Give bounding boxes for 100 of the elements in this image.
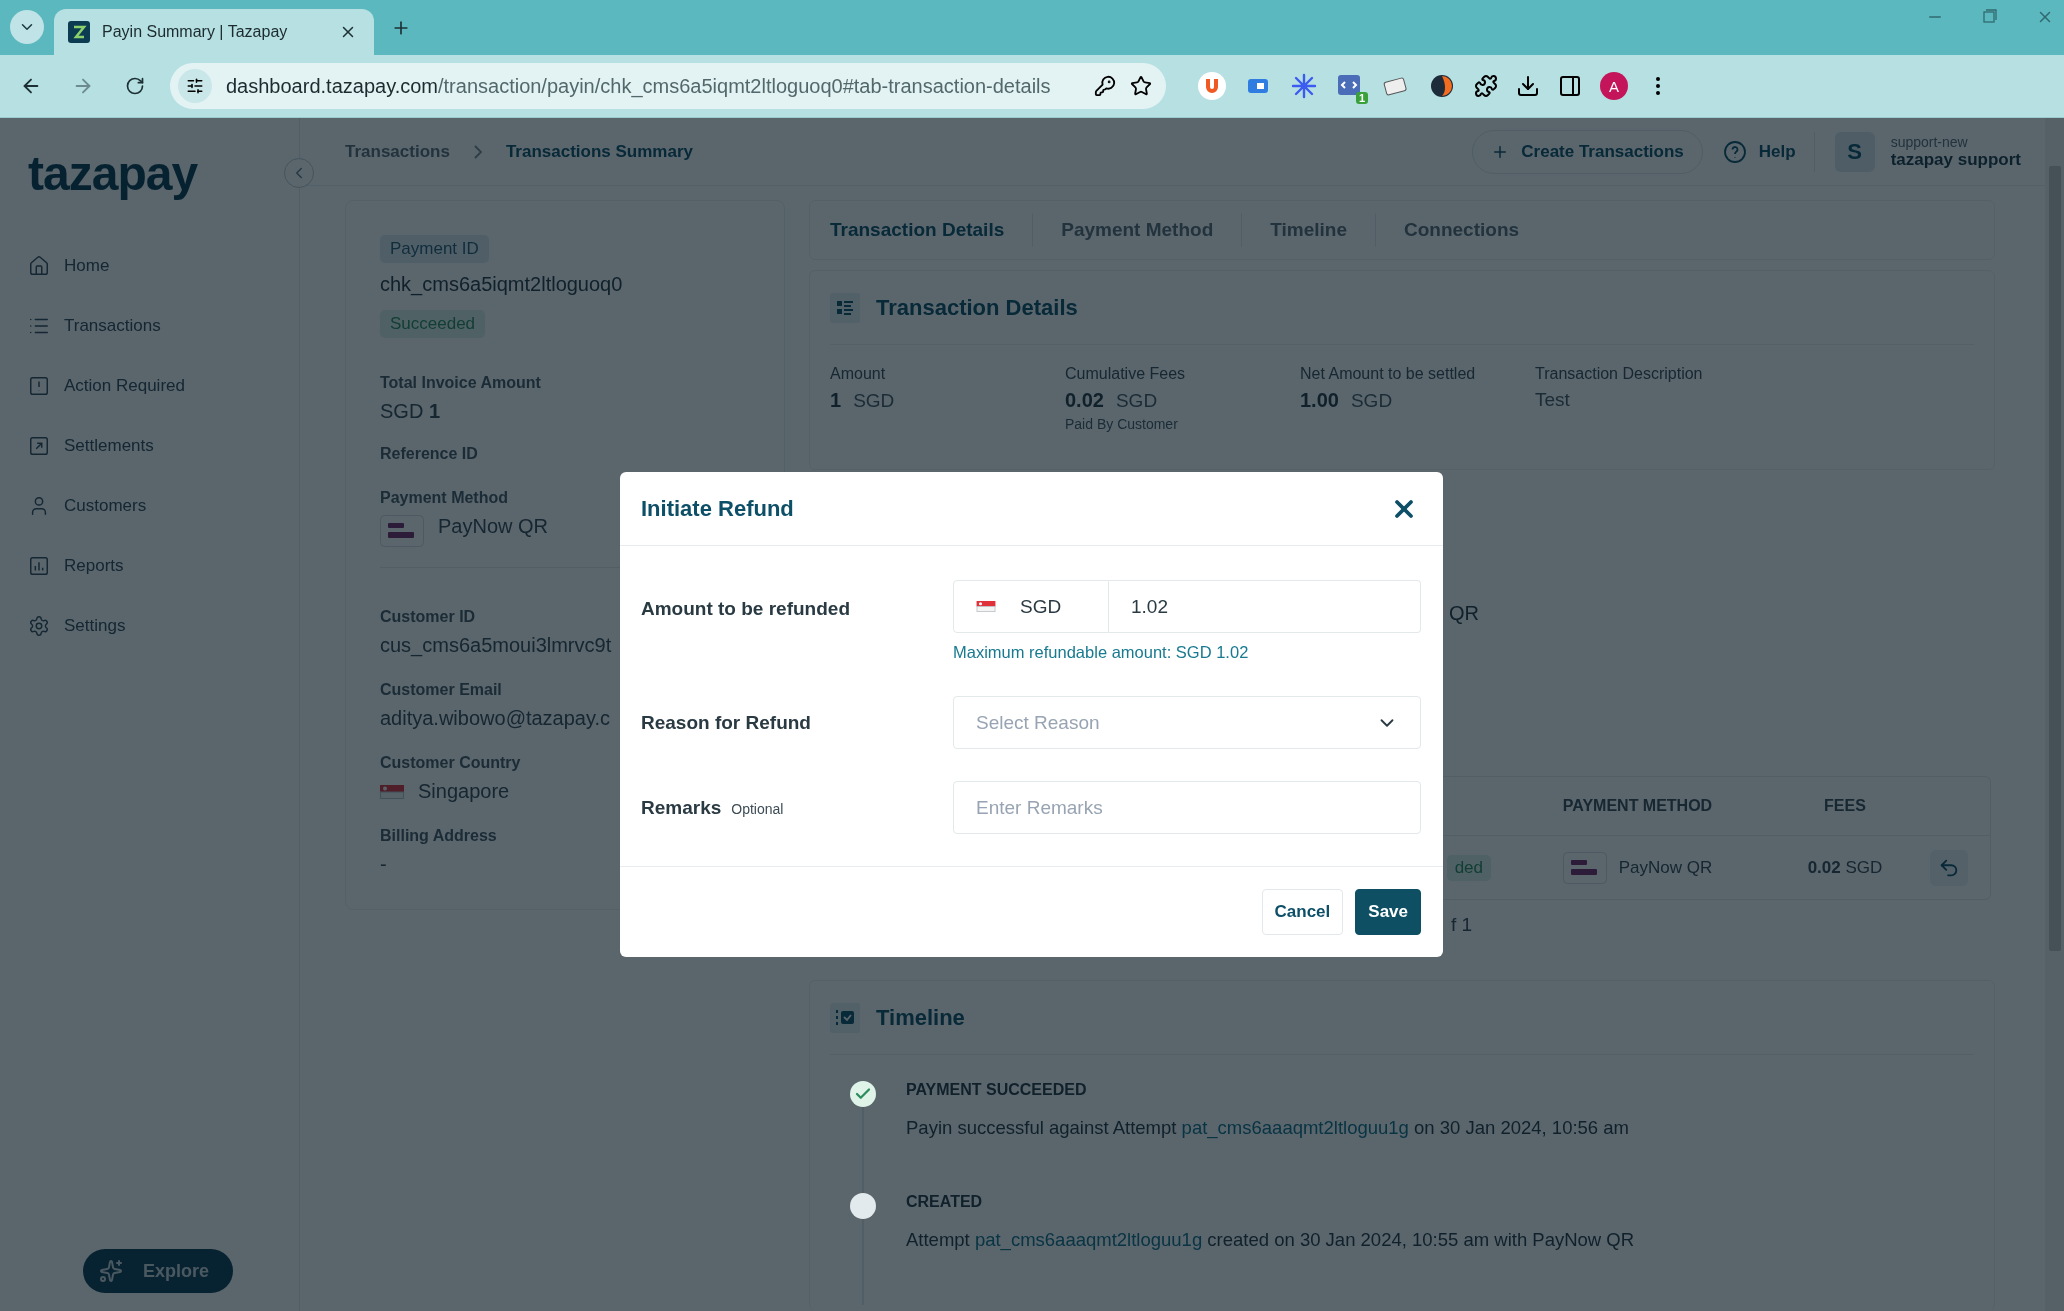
detail-value: Test xyxy=(1535,389,1570,411)
field-value: PayNow QR xyxy=(438,515,549,538)
org-name: support-new xyxy=(1890,133,1969,150)
create-transactions-button[interactable]: Create Transactions xyxy=(1472,129,1703,174)
amount-input[interactable]: 1.02 xyxy=(1109,580,1421,633)
form-label: Remarks xyxy=(641,796,722,819)
event-title: PAYMENT SUCCEEDED xyxy=(906,1081,1088,1099)
alert-icon xyxy=(28,375,50,397)
detail-label: Cumulative Fees xyxy=(1065,365,1187,383)
reload-icon xyxy=(125,76,145,96)
event-description: Payin successful against Attempt pat_cms6aaaqmt2ltloguu1g on 30 Jan 2024, 10:56 am xyxy=(906,1117,1629,1139)
sidebar-item[interactable]: Reports xyxy=(28,536,124,596)
cancel-button[interactable]: Cancel xyxy=(1261,889,1344,935)
explore-button[interactable]: Explore xyxy=(83,1249,234,1293)
max-refund-hint: Maximum refundable amount: SGD 1.02 xyxy=(953,643,1250,662)
section-title: Transaction Details xyxy=(876,294,1078,321)
tazapay-logo: tazapay xyxy=(28,150,198,198)
attempt-link[interactable]: pat_cms6aaaqmt2ltloguu1g xyxy=(1181,1117,1409,1138)
remarks-input[interactable]: Enter Remarks xyxy=(953,781,1421,834)
settings-icon xyxy=(28,615,50,637)
field-label: Reference ID xyxy=(380,445,478,463)
timeline-icon xyxy=(830,1002,860,1033)
field-label: Billing Address xyxy=(380,827,497,845)
sidebar-item[interactable]: Action Required xyxy=(28,356,185,416)
currency-unit: SGD xyxy=(853,390,895,412)
chart-icon xyxy=(28,555,50,577)
help-icon xyxy=(1722,139,1747,164)
field-label: Customer Country xyxy=(380,754,521,772)
snowflake-extension-icon[interactable] xyxy=(1290,72,1318,100)
side-panel-icon[interactable] xyxy=(1558,74,1582,98)
extensions-icon[interactable] xyxy=(1474,74,1498,98)
field-label: Payment Method xyxy=(380,489,508,507)
sidebar-item[interactable]: Customers xyxy=(28,476,147,536)
field-value: - xyxy=(380,853,387,876)
sidebar-item[interactable]: Settings xyxy=(28,596,126,656)
payment-id: chk_cms6a5iqmt2ltloguoq0 xyxy=(380,273,624,296)
field-value: cus_cms6a5moui3lmrvc9t xyxy=(380,634,612,657)
field-label: Customer ID xyxy=(380,608,476,626)
event-title: CREATED xyxy=(906,1193,984,1211)
table-cell: PayNow QR xyxy=(1618,857,1713,878)
address-bar[interactable]: dashboard.tazapay.com/transaction/payin/chk_cms6a5iqmt2ltloguoq0#tab-transaction-details xyxy=(170,63,1166,109)
currency-unit: SGD xyxy=(1115,390,1158,412)
detail-label: Amount xyxy=(830,365,887,383)
pagination-text: f 1 xyxy=(1451,914,1473,936)
dialog-title: Initiate Refund xyxy=(641,495,794,522)
column-header: PAYMENT METHOD xyxy=(1562,797,1713,815)
tab-title: Payin Summary | Tazapay xyxy=(102,23,289,41)
optional-tag: Optional xyxy=(731,800,784,817)
form-label: Reason for Refund xyxy=(641,711,812,734)
help-button[interactable]: Help xyxy=(1722,131,1815,172)
breadcrumb-link[interactable]: Transactions Summary xyxy=(505,141,693,162)
home-icon xyxy=(28,255,50,277)
site-info-icon xyxy=(186,77,204,95)
field-label: Customer Email xyxy=(380,681,502,699)
reason-select[interactable]: Select Reason xyxy=(953,696,1421,749)
download-icon[interactable] xyxy=(1516,74,1540,98)
save-button[interactable]: Save xyxy=(1355,889,1421,935)
site-info-button[interactable] xyxy=(178,69,212,103)
details-list-icon xyxy=(830,292,860,323)
payment-method-value: QR xyxy=(1449,602,1480,625)
table-cell: 0.02 SGD xyxy=(1807,857,1883,878)
field-value: Singapore xyxy=(418,780,510,803)
section-title: Timeline xyxy=(876,1004,965,1031)
sparkles-icon xyxy=(99,1259,123,1283)
detail-amount: 0.02 xyxy=(1065,389,1104,412)
flag-icon xyxy=(976,601,996,612)
user-name: tazapay support xyxy=(1890,149,2021,170)
field-label: Total Invoice Amount xyxy=(380,374,541,392)
sidebar-item[interactable]: Transactions xyxy=(28,296,161,356)
detail-amount: 1 xyxy=(830,389,842,412)
export-icon xyxy=(28,435,50,457)
status-badge: Succeeded xyxy=(380,310,486,338)
scrollbar[interactable] xyxy=(2045,118,2064,1311)
refund-button[interactable] xyxy=(1930,849,1968,886)
flag-icon xyxy=(380,784,404,799)
currency-select[interactable]: SGD xyxy=(953,580,1109,633)
form-label: Amount to be refunded xyxy=(641,598,851,620)
tab[interactable]: Transaction Details xyxy=(830,213,1034,247)
event-description: Attempt pat_cms6aaaqmt2ltloguu1g created on 30 Jan 2024, 10:55 am with PayNow QR xyxy=(906,1229,1635,1251)
bookmark-star-icon[interactable] xyxy=(1130,75,1152,97)
payment-logo-icon xyxy=(380,515,424,547)
currency-unit: SGD xyxy=(1350,390,1393,412)
url-text: dashboard.tazapay.com/transaction/payin/chk_cms6a5iqmt2ltloguoq0#tab-transaction-details xyxy=(226,74,1052,98)
sidebar-item[interactable]: Settlements xyxy=(28,416,154,476)
field-value: SGD 1 xyxy=(380,400,441,423)
key-icon[interactable] xyxy=(1094,75,1116,97)
field-value: aditya.wibowo@tazapay.c xyxy=(380,707,611,730)
payment-logo-icon xyxy=(1562,851,1607,884)
fee-note: Paid By Customer xyxy=(1065,416,1179,432)
browser-tab[interactable]: Payin Summary | Tazapay xyxy=(54,9,374,55)
sidebar-item[interactable]: Home xyxy=(28,236,110,296)
detail-label: Transaction Description xyxy=(1535,365,1704,383)
detail-label: Net Amount to be settled xyxy=(1300,365,1477,383)
profile-avatar[interactable]: A xyxy=(1600,72,1628,100)
attempt-link[interactable]: pat_cms6aaaqmt2ltloguu1g xyxy=(974,1229,1203,1250)
detail-amount: 1.00 xyxy=(1300,389,1339,412)
column-header: FEES xyxy=(1824,797,1866,815)
chevron-right-icon xyxy=(473,144,482,159)
user-avatar: S xyxy=(1834,131,1875,172)
favicon-icon xyxy=(68,21,90,43)
